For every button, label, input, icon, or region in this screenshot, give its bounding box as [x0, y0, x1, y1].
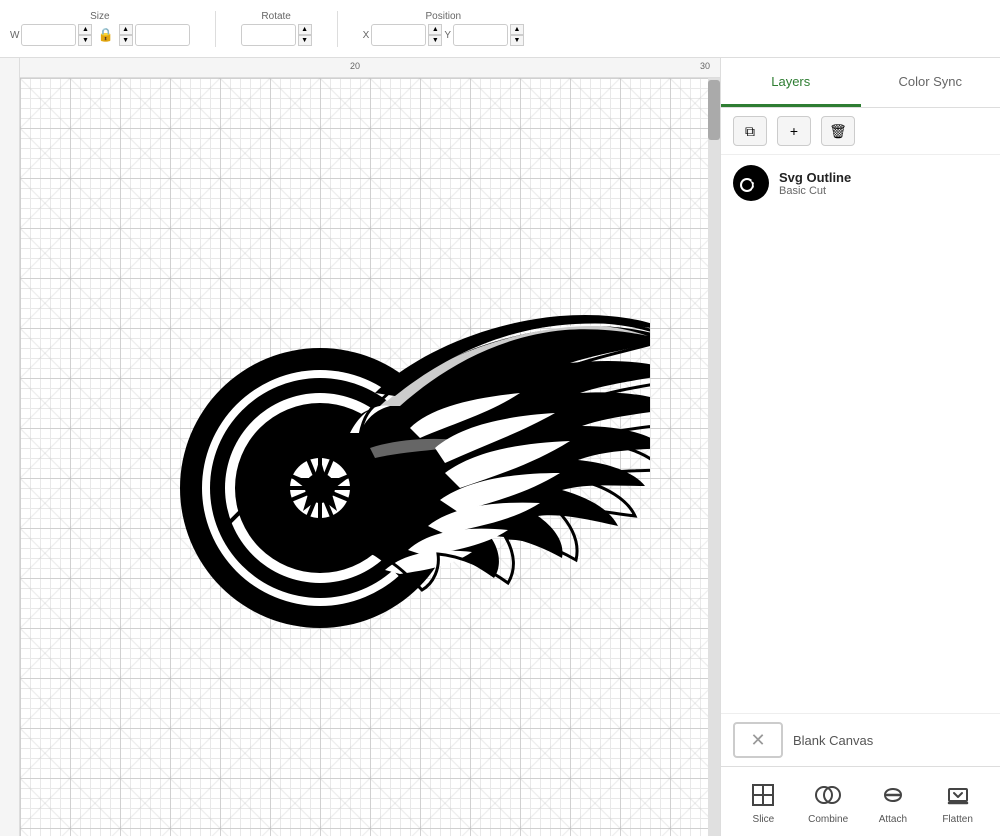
combine-button[interactable]: Combine — [803, 779, 853, 825]
x-down[interactable]: ▼ — [428, 35, 442, 46]
canvas-area[interactable]: 20 30 — [0, 58, 720, 836]
blank-canvas-x-icon: ✕ — [750, 730, 765, 751]
blank-canvas-row: ✕ Blank Canvas — [721, 713, 1000, 766]
divider-1 — [215, 11, 216, 47]
layer-name: Svg Outline — [779, 170, 988, 185]
slice-icon — [747, 779, 779, 811]
width-spin[interactable]: ▲ ▼ — [78, 24, 92, 46]
slice-button[interactable]: Slice — [738, 779, 788, 825]
flatten-icon — [942, 779, 974, 811]
slice-svg — [749, 781, 777, 809]
height-down[interactable]: ▼ — [119, 35, 133, 46]
add-icon: + — [790, 123, 798, 139]
ruler-mark-20: 20 — [350, 61, 360, 71]
add-layer-button[interactable]: + — [777, 116, 811, 146]
ruler-left — [0, 58, 20, 836]
scrollbar-vertical[interactable] — [708, 78, 720, 836]
blank-canvas-label: Blank Canvas — [793, 733, 873, 748]
slice-label: Slice — [753, 814, 775, 825]
combine-icon — [812, 779, 844, 811]
x-up[interactable]: ▲ — [428, 24, 442, 35]
combine-label: Combine — [808, 814, 848, 825]
position-inputs: X ▲ ▼ Y ▲ ▼ — [363, 24, 524, 46]
height-up[interactable]: ▲ — [119, 24, 133, 35]
height-input[interactable] — [135, 24, 190, 46]
rotate-down[interactable]: ▼ — [298, 35, 312, 46]
main-svg — [100, 208, 650, 638]
rotate-spin[interactable]: ▲ ▼ — [298, 24, 312, 46]
layer-item[interactable]: Svg Outline Basic Cut — [721, 155, 1000, 211]
layer-info: Svg Outline Basic Cut — [779, 170, 988, 197]
flatten-svg — [944, 781, 972, 809]
attach-svg — [879, 781, 907, 809]
tab-color-sync[interactable]: Color Sync — [861, 58, 1000, 107]
y-input[interactable] — [453, 24, 508, 46]
size-group: Size W ▲ ▼ 🔒 ▲ ▼ — [10, 11, 190, 46]
width-input[interactable] — [21, 24, 76, 46]
panel-tabs: Layers Color Sync — [721, 58, 1000, 108]
canvas-svg-container — [100, 208, 650, 638]
main-toolbar: Size W ▲ ▼ 🔒 ▲ ▼ Rotate ▲ ▼ — [0, 0, 1000, 58]
duplicate-layer-button[interactable]: ⧉ — [733, 116, 767, 146]
w-label: W — [10, 30, 19, 41]
combine-svg — [814, 781, 842, 809]
width-down[interactable]: ▼ — [78, 35, 92, 46]
tab-layers-label: Layers — [771, 74, 810, 89]
flatten-button[interactable]: Flatten — [933, 779, 983, 825]
position-group: Position X ▲ ▼ Y ▲ ▼ — [363, 11, 524, 46]
layer-type: Basic Cut — [779, 185, 988, 197]
delete-layer-button[interactable]: 🗑 — [821, 116, 855, 146]
layer-thumbnail — [733, 165, 769, 201]
y-spin[interactable]: ▲ ▼ — [510, 24, 524, 46]
height-spin[interactable]: ▲ ▼ — [119, 24, 133, 46]
attach-button[interactable]: Attach — [868, 779, 918, 825]
canvas-outer: 20 30 — [0, 58, 720, 836]
y-down[interactable]: ▼ — [510, 35, 524, 46]
bottom-panel: Slice Combine — [721, 766, 1000, 836]
panel-spacer — [721, 211, 1000, 713]
right-panel: Layers Color Sync ⧉ + 🗑 — [720, 58, 1000, 836]
rotate-up[interactable]: ▲ — [298, 24, 312, 35]
rotate-label: Rotate — [261, 11, 290, 22]
size-label: Size — [90, 11, 109, 22]
ruler-mark-30: 30 — [700, 61, 710, 71]
x-input[interactable] — [371, 24, 426, 46]
scrollbar-thumb[interactable] — [708, 80, 720, 140]
ruler-top: 20 30 — [0, 58, 720, 78]
duplicate-icon: ⧉ — [745, 123, 755, 140]
position-label: Position — [426, 11, 462, 22]
y-up[interactable]: ▲ — [510, 24, 524, 35]
x-label: X — [363, 30, 370, 41]
ruler-numbers: 20 30 — [20, 58, 708, 78]
attach-icon — [877, 779, 909, 811]
panel-toolbar: ⧉ + 🗑 — [721, 108, 1000, 155]
rotate-inputs: ▲ ▼ — [241, 24, 312, 46]
flatten-label: Flatten — [942, 814, 973, 825]
tab-color-sync-label: Color Sync — [898, 74, 962, 89]
tab-layers[interactable]: Layers — [721, 58, 861, 107]
rotate-group: Rotate ▲ ▼ — [241, 11, 312, 46]
width-up[interactable]: ▲ — [78, 24, 92, 35]
attach-label: Attach — [879, 814, 907, 825]
canvas-grid[interactable] — [20, 78, 708, 836]
divider-2 — [337, 11, 338, 47]
blank-canvas-box: ✕ — [733, 722, 783, 758]
main-area: 20 30 — [0, 58, 1000, 836]
layer-thumb-svg — [733, 165, 769, 201]
lock-icon: 🔒 — [94, 27, 116, 43]
size-inputs: W ▲ ▼ 🔒 ▲ ▼ — [10, 24, 190, 46]
rotate-input[interactable] — [241, 24, 296, 46]
x-spin[interactable]: ▲ ▼ — [428, 24, 442, 46]
delete-icon: 🗑 — [829, 123, 847, 140]
y-label: Y — [444, 30, 451, 41]
